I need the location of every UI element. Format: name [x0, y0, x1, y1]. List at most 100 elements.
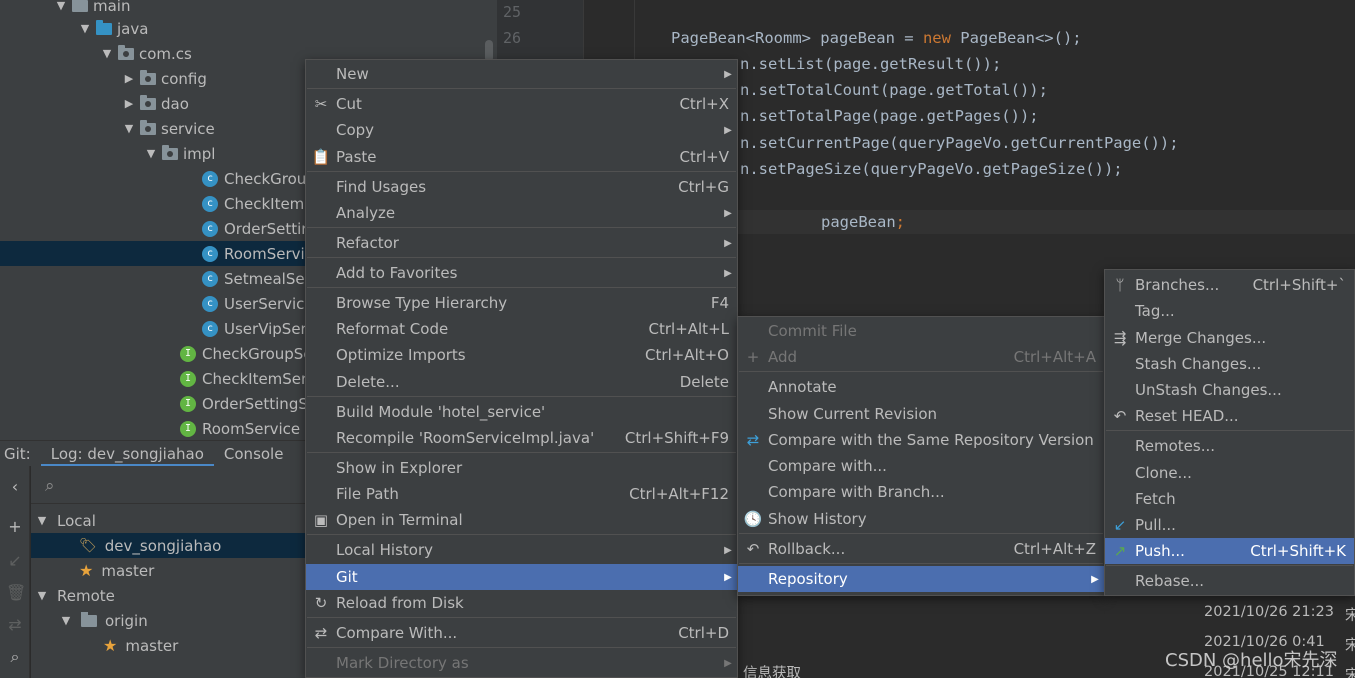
expanded-arrow-icon[interactable]: ▼	[59, 614, 73, 627]
menu-item-clone[interactable]: Clone...	[1105, 460, 1354, 486]
checkout-icon[interactable]: ↙	[6, 552, 24, 570]
code-line: pageBean;	[821, 213, 905, 231]
menu-item-cut[interactable]: ✂ Cut Ctrl+X	[306, 91, 737, 117]
branch-item-dev-songjiahao[interactable]: 🏷 dev_songjiahao	[31, 533, 310, 558]
menu-item-push[interactable]: ↗ Push... Ctrl+Shift+K	[1105, 538, 1354, 564]
compare-with-the-same-repository-version-icon: ⇄	[746, 431, 760, 449]
menu-item-copy[interactable]: Copy ▶	[306, 117, 737, 143]
collapsed-arrow-icon[interactable]: ▶	[122, 97, 136, 110]
menu-item-tag[interactable]: Tag...	[1105, 298, 1354, 324]
menu-shortcut: Ctrl+G	[678, 178, 729, 196]
menu-item-compare-with[interactable]: ⇄ Compare With... Ctrl+D	[306, 620, 737, 646]
git-toolwindow-header: Git: Log: dev_songjiahao Console	[0, 440, 310, 467]
menu-item-local-history[interactable]: Local History ▶	[306, 537, 737, 563]
expanded-arrow-icon[interactable]: ▼	[35, 589, 49, 602]
menu-item-recompile-roomserviceimpl-java[interactable]: Recompile 'RoomServiceImpl.java' Ctrl+Shi…	[306, 425, 737, 451]
tree-item-label: config	[161, 69, 207, 88]
log-author: 宋	[1345, 668, 1355, 678]
expanded-arrow-icon[interactable]: ▼	[144, 147, 158, 160]
tab-log[interactable]: Log: dev_songjiahao	[40, 441, 214, 467]
log-author: 宋	[1345, 608, 1355, 624]
branch-label: origin	[105, 611, 148, 630]
menu-item-branches[interactable]: ᛘ Branches... Ctrl+Shift+`	[1105, 272, 1354, 298]
search-icon[interactable]: ⌕	[6, 648, 24, 666]
branch-item-origin[interactable]: ▼ origin	[31, 608, 310, 633]
reload-from-disk-icon: ↻	[314, 594, 328, 612]
menu-item-reset-head[interactable]: ↶ Reset HEAD...	[1105, 403, 1354, 429]
menu-shortcut: Ctrl+X	[679, 95, 729, 113]
expanded-arrow-icon[interactable]: ▼	[35, 514, 49, 527]
menu-item-unstash-changes[interactable]: UnStash Changes...	[1105, 377, 1354, 403]
submenu-arrow-icon: ▶	[724, 124, 732, 136]
menu-item-delete[interactable]: Delete... Delete	[306, 369, 737, 395]
class-icon: c	[202, 320, 218, 337]
compare-with-icon: ⇄	[314, 624, 328, 642]
menu-item-paste[interactable]: 📋 Paste Ctrl+V	[306, 144, 737, 170]
menu-item-compare-with[interactable]: Compare with...	[738, 453, 1104, 479]
back-icon[interactable]: ‹	[6, 478, 24, 496]
expanded-arrow-icon[interactable]: ▼	[100, 47, 114, 60]
menu-item-reformat-code[interactable]: Reformat Code Ctrl+Alt+L	[306, 316, 737, 342]
menu-item-rebase[interactable]: Rebase...	[1105, 568, 1354, 594]
menu-item-mark-directory-as[interactable]: Mark Directory as ▶	[306, 650, 737, 676]
menu-item-label: Open in Terminal	[336, 511, 463, 529]
menu-item-merge-changes[interactable]: ⇶ Merge Changes...	[1105, 325, 1354, 351]
menu-item-compare-with-the-same-repository-version[interactable]: ⇄ Compare with the Same Repository Versio…	[738, 427, 1104, 453]
reset-head-icon: ↶	[1113, 407, 1127, 425]
branch-label: Remote	[57, 586, 115, 605]
menu-item-analyze[interactable]: Analyze ▶	[306, 200, 737, 226]
menu-item-compare-with-branch[interactable]: Compare with Branch...	[738, 479, 1104, 505]
menu-item-annotate[interactable]: Annotate	[738, 374, 1104, 400]
menu-item-show-in-explorer[interactable]: Show in Explorer	[306, 455, 737, 481]
menu-item-remotes[interactable]: Remotes...	[1105, 433, 1354, 459]
menu-item-fetch[interactable]: Fetch	[1105, 486, 1354, 512]
collapsed-arrow-icon[interactable]: ▶	[122, 72, 136, 85]
menu-item-git[interactable]: Git ▶	[306, 564, 737, 590]
menu-item-label: Analyze	[336, 204, 396, 222]
menu-separator	[307, 227, 736, 228]
expanded-arrow-icon[interactable]: ▼	[78, 22, 92, 35]
menu-item-file-path[interactable]: File Path Ctrl+Alt+F12	[306, 481, 737, 507]
menu-item-find-usages[interactable]: Find Usages Ctrl+G	[306, 174, 737, 200]
menu-item-repository[interactable]: Repository ▶	[738, 566, 1104, 592]
tree-item-label: service	[161, 119, 215, 138]
cut-icon: ✂	[314, 95, 328, 113]
menu-item-new[interactable]: New ▶	[306, 61, 737, 87]
menu-item-stash-changes[interactable]: Stash Changes...	[1105, 351, 1354, 377]
branch-item-master[interactable]: ★ master	[31, 633, 310, 658]
menu-item-label: Reset HEAD...	[1135, 407, 1239, 425]
menu-item-label: New	[336, 65, 369, 83]
menu-item-rollback[interactable]: ↶ Rollback... Ctrl+Alt+Z	[738, 536, 1104, 562]
menu-item-add-to-favorites[interactable]: Add to Favorites ▶	[306, 260, 737, 286]
delete-icon[interactable]: 🗑	[6, 584, 26, 602]
open-in-terminal-icon: ▣	[313, 511, 329, 529]
tree-item-label: UserService	[224, 294, 314, 313]
menu-item-optimize-imports[interactable]: Optimize Imports Ctrl+Alt+O	[306, 342, 737, 368]
menu-item-pull[interactable]: ↙ Pull...	[1105, 512, 1354, 538]
menu-item-show-history[interactable]: 🕓 Show History	[738, 506, 1104, 532]
expanded-arrow-icon[interactable]: ▼	[54, 0, 68, 12]
log-author: 宋	[1345, 638, 1355, 654]
menu-item-commit-file[interactable]: Commit File	[738, 318, 1104, 344]
log-date: 2021/10/26 21:23	[1204, 604, 1334, 620]
menu-item-refactor[interactable]: Refactor ▶	[306, 230, 737, 256]
add-icon[interactable]: +	[6, 518, 24, 536]
menu-item-reload-from-disk[interactable]: ↻ Reload from Disk	[306, 590, 737, 616]
menu-item-show-current-revision[interactable]: Show Current Revision	[738, 401, 1104, 427]
tree-item-java[interactable]: ▼ java	[0, 16, 497, 41]
tab-console[interactable]: Console	[214, 441, 294, 467]
menu-item-browse-type-hierarchy[interactable]: Browse Type Hierarchy F4	[306, 290, 737, 316]
tree-item-label: impl	[183, 144, 216, 163]
expanded-arrow-icon[interactable]: ▼	[122, 122, 136, 135]
menu-item-open-in-terminal[interactable]: ▣ Open in Terminal	[306, 507, 737, 533]
menu-separator	[307, 171, 736, 172]
menu-item-build-module-hotel-service[interactable]: Build Module 'hotel_service'	[306, 399, 737, 425]
code-line: n.setTotalCount(page.getTotal());	[740, 81, 1048, 99]
menu-item-add[interactable]: + Add Ctrl+Alt+A	[738, 344, 1104, 370]
compare-icon[interactable]: ⇄	[6, 616, 24, 634]
branch-search-input[interactable]: ⌕	[31, 472, 310, 504]
branch-item-master[interactable]: ★ master	[31, 558, 310, 583]
branch-item-local[interactable]: ▼ Local	[31, 508, 310, 533]
branch-item-remote[interactable]: ▼ Remote	[31, 583, 310, 608]
folder-icon	[72, 0, 88, 12]
